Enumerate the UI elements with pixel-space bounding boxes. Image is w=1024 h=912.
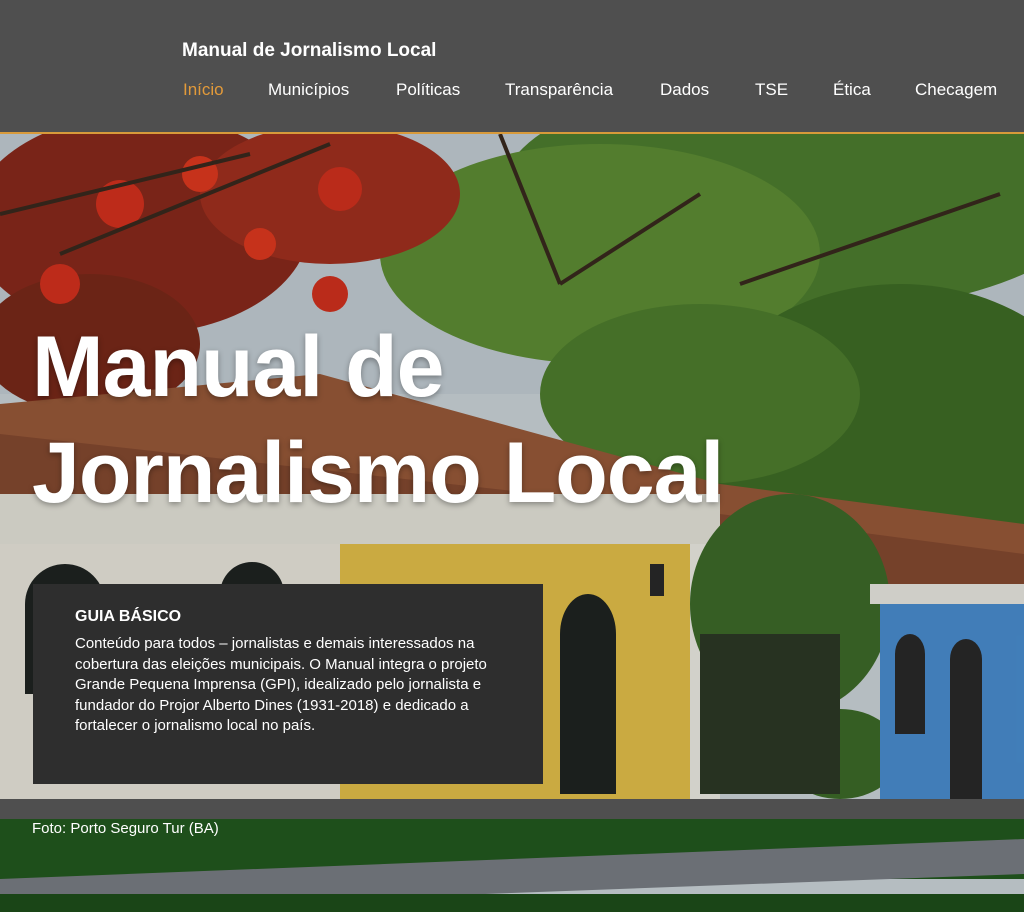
nav-item-transparencia[interactable]: Transparência <box>505 80 613 100</box>
nav-item-tse[interactable]: TSE <box>755 80 788 100</box>
nav-item-checagem[interactable]: Checagem <box>915 80 997 100</box>
site-title[interactable]: Manual de Jornalismo Local <box>182 40 436 62</box>
nav-item-dados[interactable]: Dados <box>660 80 709 100</box>
nav-item-municipios[interactable]: Municípios <box>268 80 349 100</box>
main-nav: Início Municípios Políticas Transparênci… <box>0 80 1024 104</box>
hero-title-line-1: Manual de <box>32 319 445 415</box>
photo-credit: Foto: Porto Seguro Tur (BA) <box>32 820 219 837</box>
site-header: Manual de Jornalismo Local Início Municí… <box>0 0 1024 134</box>
info-text: Conteúdo para todos – jornalistas e dema… <box>75 635 487 734</box>
nav-item-inicio[interactable]: Início <box>183 80 224 100</box>
hero-title-line-2: Jornalismo Local <box>32 425 724 521</box>
nav-item-etica[interactable]: Ética <box>833 80 871 100</box>
info-heading: GUIA BÁSICO <box>75 608 182 625</box>
nav-item-politicas[interactable]: Políticas <box>396 80 460 100</box>
hero-section: Manual de Jornalismo Local GUIA BÁSICO C… <box>0 134 1024 912</box>
hero-title: Manual de Jornalismo Local <box>32 314 724 526</box>
info-box: GUIA BÁSICO Conteúdo para todos – jornal… <box>33 584 543 784</box>
